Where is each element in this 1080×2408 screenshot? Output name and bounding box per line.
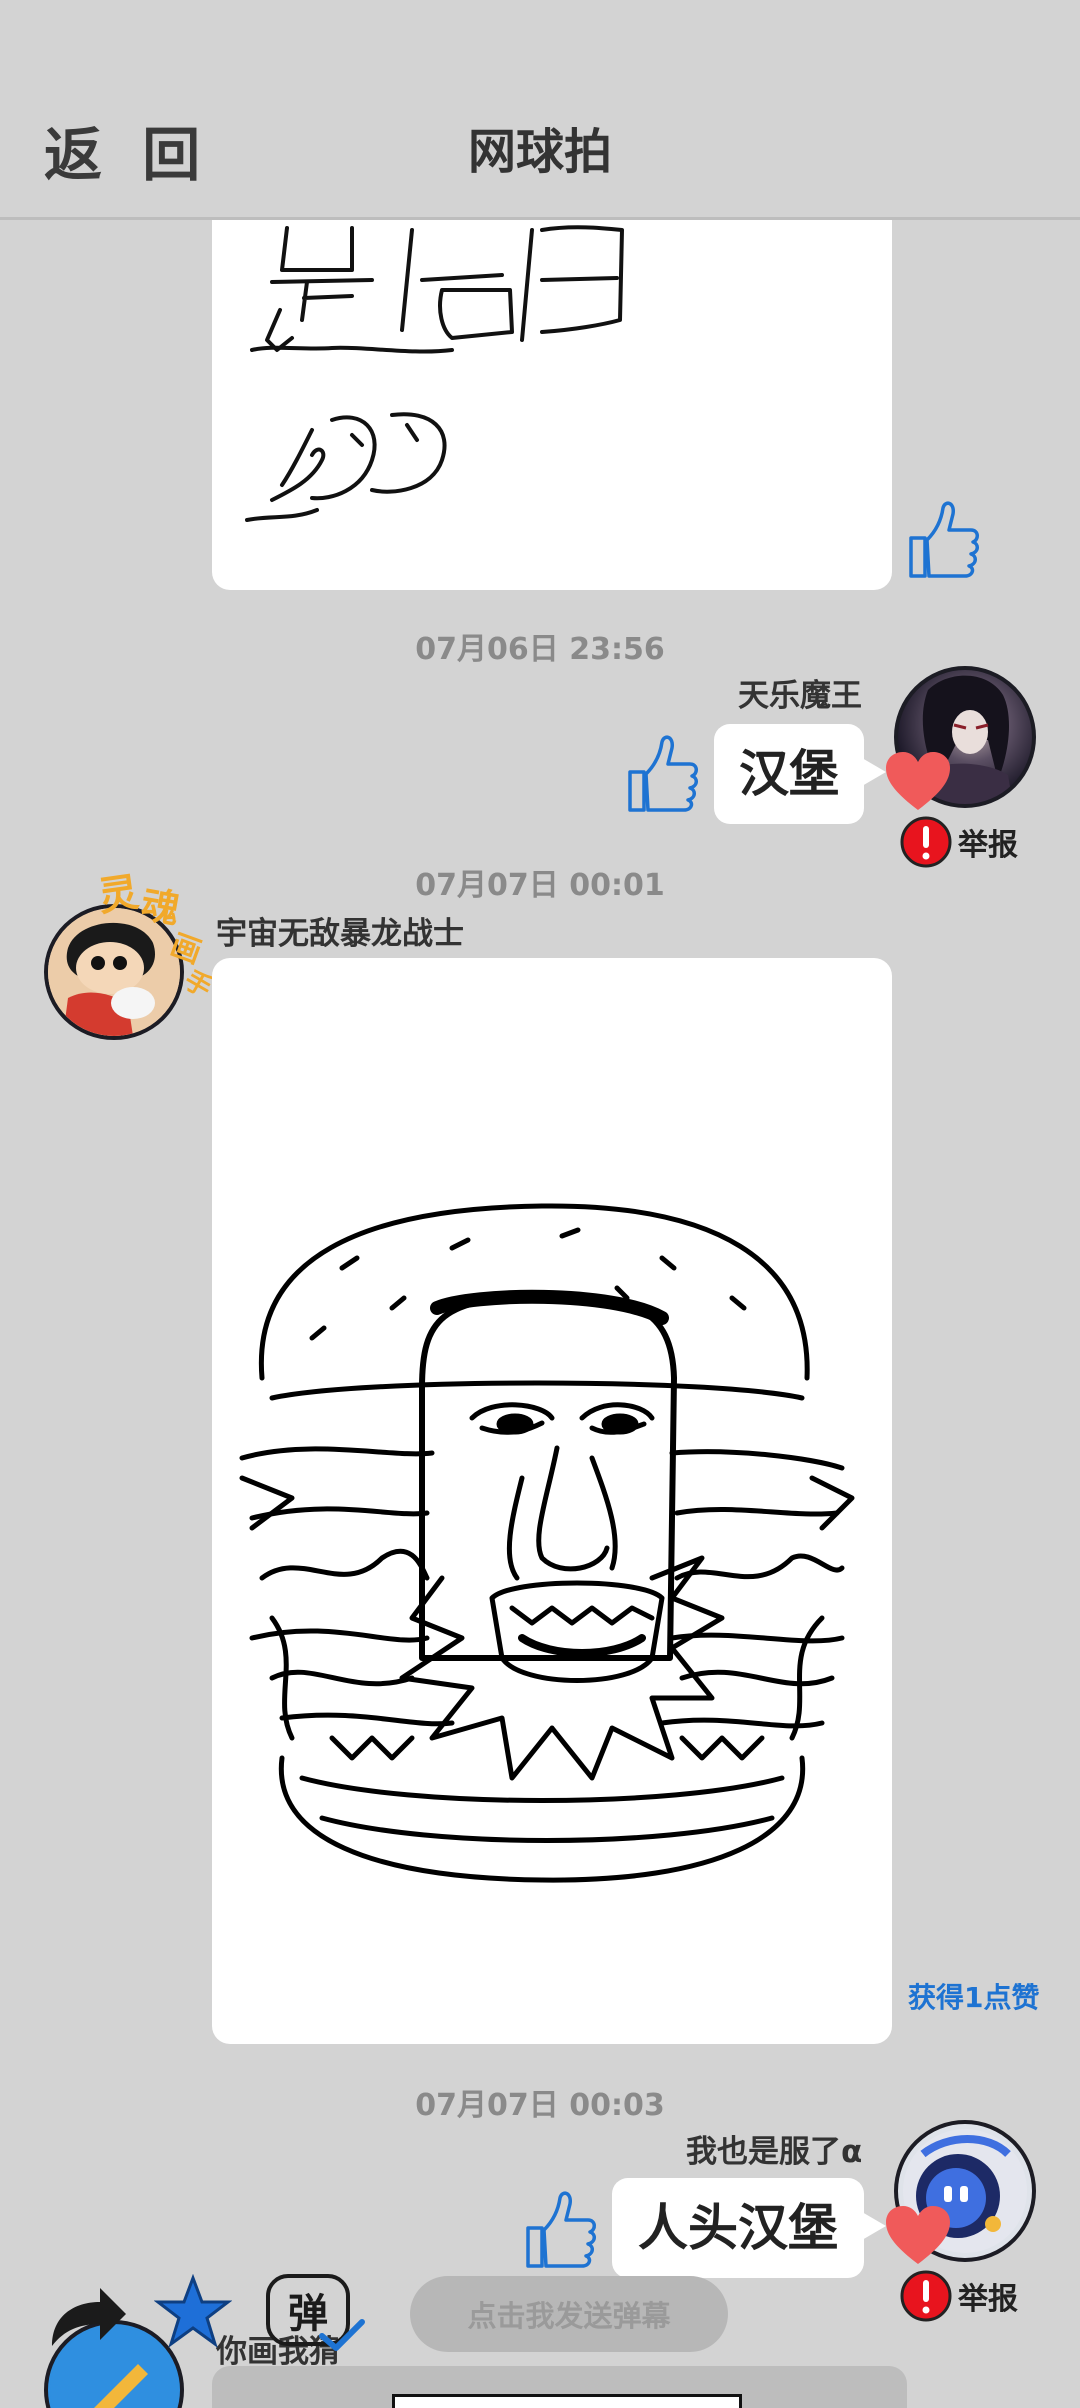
report-label: 举报 bbox=[958, 828, 1018, 863]
timestamp: 07月06日 23:56 bbox=[415, 632, 665, 667]
star-icon[interactable] bbox=[154, 2274, 232, 2348]
message-text: 汉堡 bbox=[739, 745, 839, 803]
drawing-card-2[interactable] bbox=[212, 958, 892, 2044]
like-thumb-icon[interactable] bbox=[905, 496, 981, 582]
burger-drawing bbox=[239, 1203, 855, 1883]
message-bubble[interactable]: 人头汉堡 bbox=[612, 2178, 886, 2278]
top-bar: 返 回 网球拍 bbox=[0, 0, 1080, 220]
heart-icon[interactable] bbox=[884, 2206, 952, 2266]
report-label: 举报 bbox=[958, 2282, 1018, 2317]
page-title: 网球拍 bbox=[467, 124, 612, 180]
avatar-badge: 灵 魂 画 手 bbox=[92, 856, 222, 1006]
drawing-frame bbox=[392, 2394, 742, 2408]
username: 宇宙无敌暴龙战士 bbox=[216, 916, 464, 952]
timestamp: 07月07日 00:03 bbox=[415, 2088, 665, 2123]
bubble-tail bbox=[862, 758, 886, 786]
check-icon bbox=[319, 2319, 365, 2351]
badge-char: 灵 bbox=[95, 869, 142, 921]
like-thumb-icon[interactable] bbox=[522, 2186, 598, 2272]
username: 天乐魔王 bbox=[738, 678, 862, 714]
report-button[interactable]: 举报 bbox=[900, 2270, 1018, 2322]
message-text: 人头汉堡 bbox=[638, 2199, 838, 2257]
bubble-tail bbox=[862, 2212, 886, 2240]
share-arrow-icon[interactable] bbox=[44, 2282, 130, 2352]
drawing-card-1[interactable] bbox=[212, 220, 892, 590]
message-bubble[interactable]: 汉堡 bbox=[714, 724, 886, 824]
send-danmaku-button[interactable]: 点击我发送弹幕 bbox=[410, 2276, 728, 2352]
drawing-card-3[interactable] bbox=[212, 2366, 907, 2408]
username: 我也是服了α bbox=[686, 2134, 863, 2170]
like-thumb-icon[interactable] bbox=[624, 730, 700, 816]
handwriting-drawing bbox=[245, 225, 624, 522]
likes-count: 获得1点赞 bbox=[908, 1981, 1040, 2014]
heart-icon[interactable] bbox=[884, 752, 952, 812]
alert-icon bbox=[900, 2270, 952, 2322]
